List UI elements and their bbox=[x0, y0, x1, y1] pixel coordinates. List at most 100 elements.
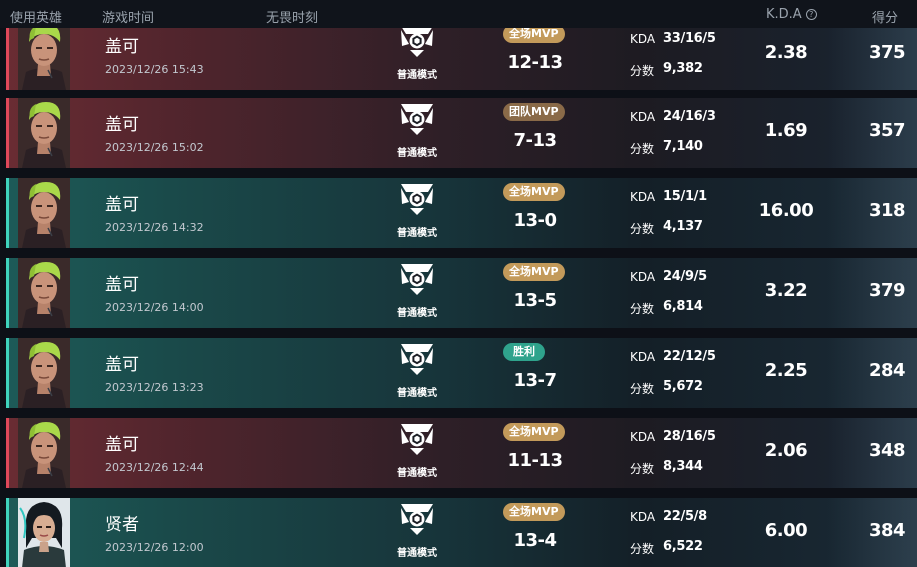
kda-label: KDA bbox=[630, 32, 656, 46]
match-row[interactable]: 贤者 2023/12/26 12:00 普通模式 全场MVP 13-4 KDA … bbox=[6, 498, 917, 567]
match-list: 盖可 2023/12/26 15:43 普通模式 全场MVP 12-13 KDA… bbox=[0, 0, 917, 567]
hero-name: 盖可 bbox=[105, 195, 139, 215]
kda-label: KDA bbox=[630, 190, 656, 204]
header-time: 游戏时间 bbox=[102, 11, 155, 26]
hero-name: 贤者 bbox=[105, 515, 139, 535]
kda-ratio: 3.22 bbox=[764, 280, 808, 301]
round-score: 13-7 bbox=[513, 370, 557, 391]
match-history: 盖可 2023/12/26 15:43 普通模式 全场MVP 12-13 KDA… bbox=[0, 0, 917, 567]
result-badge: 胜利 bbox=[503, 343, 545, 361]
points: 375 bbox=[868, 42, 906, 63]
kda-ratio: 2.06 bbox=[764, 440, 808, 461]
score-label: 分数 bbox=[630, 222, 655, 236]
kda-value: 15/1/1 bbox=[663, 189, 707, 204]
header-kda-label: K.D.A bbox=[766, 7, 802, 22]
game-mode-icon bbox=[399, 422, 435, 456]
match-row[interactable]: 盖可 2023/12/26 14:00 普通模式 全场MVP 13-5 KDA … bbox=[6, 258, 917, 328]
header-score: 得分 bbox=[872, 11, 899, 26]
kda-label: KDA bbox=[630, 270, 656, 284]
combat-score-value: 5,672 bbox=[663, 379, 703, 394]
match-time: 2023/12/26 15:02 bbox=[105, 141, 204, 154]
hero-avatar bbox=[18, 98, 70, 168]
result-badge: 团队MVP bbox=[503, 103, 565, 121]
game-mode-icon bbox=[399, 24, 435, 58]
game-mode-label: 普通模式 bbox=[397, 228, 437, 239]
score-label: 分数 bbox=[630, 142, 655, 156]
hero-name: 盖可 bbox=[105, 435, 139, 455]
match-row[interactable]: 盖可 2023/12/26 13:23 普通模式 胜利 13-7 KDA 22/… bbox=[6, 338, 917, 408]
score-label: 分数 bbox=[630, 462, 655, 476]
kda-value: 24/9/5 bbox=[663, 269, 707, 284]
hero-name: 盖可 bbox=[105, 115, 139, 135]
match-time: 2023/12/26 14:32 bbox=[105, 221, 204, 234]
round-score: 13-5 bbox=[513, 290, 557, 311]
kda-label: KDA bbox=[630, 510, 656, 524]
result-badge: 全场MVP bbox=[503, 423, 565, 441]
kda-value: 28/16/5 bbox=[663, 429, 716, 444]
points: 357 bbox=[868, 120, 906, 141]
score-label: 分数 bbox=[630, 542, 655, 556]
kda-value: 22/5/8 bbox=[663, 509, 707, 524]
round-score: 11-13 bbox=[507, 450, 563, 471]
score-label: 分数 bbox=[630, 382, 655, 396]
round-score: 7-13 bbox=[513, 130, 557, 151]
combat-score-value: 7,140 bbox=[663, 139, 703, 154]
points: 284 bbox=[868, 360, 906, 381]
points: 384 bbox=[868, 520, 906, 541]
game-mode-icon bbox=[399, 262, 435, 296]
header-hero: 使用英雄 bbox=[10, 11, 63, 26]
match-time: 2023/12/26 12:44 bbox=[105, 461, 204, 474]
result-accent bbox=[6, 258, 9, 328]
points: 348 bbox=[868, 440, 906, 461]
points: 318 bbox=[868, 200, 906, 221]
kda-ratio: 16.00 bbox=[758, 200, 814, 221]
result-accent bbox=[6, 498, 9, 567]
result-accent bbox=[6, 178, 9, 248]
match-row[interactable]: 盖可 2023/12/26 14:32 普通模式 全场MVP 13-0 KDA … bbox=[6, 178, 917, 248]
question-circle-icon[interactable]: ? bbox=[805, 9, 817, 20]
kda-ratio: 2.38 bbox=[764, 42, 808, 63]
kda-label: KDA bbox=[630, 350, 656, 364]
game-mode-label: 普通模式 bbox=[397, 468, 437, 479]
game-mode-icon bbox=[399, 182, 435, 216]
header-mode: 无畏时刻 bbox=[266, 11, 319, 26]
kda-ratio: 6.00 bbox=[764, 520, 808, 541]
result-badge: 全场MVP bbox=[503, 183, 565, 201]
match-time: 2023/12/26 12:00 bbox=[105, 541, 204, 554]
points: 379 bbox=[868, 280, 906, 301]
match-row[interactable]: 盖可 2023/12/26 12:44 普通模式 全场MVP 11-13 KDA… bbox=[6, 418, 917, 488]
game-mode-icon bbox=[399, 502, 435, 536]
combat-score-value: 8,344 bbox=[663, 459, 703, 474]
kda-value: 33/16/5 bbox=[663, 31, 716, 46]
result-badge: 全场MVP bbox=[503, 503, 565, 521]
result-accent bbox=[6, 20, 9, 90]
game-mode-icon bbox=[399, 342, 435, 376]
hero-avatar bbox=[18, 498, 70, 567]
game-mode-label: 普通模式 bbox=[397, 70, 437, 81]
table-header: 使用英雄 游戏时间 无畏时刻 K.D.A ? 得分 bbox=[0, 0, 917, 28]
combat-score-value: 9,382 bbox=[663, 61, 703, 76]
round-score: 13-4 bbox=[513, 530, 557, 551]
kda-ratio: 1.69 bbox=[764, 120, 808, 141]
hero-avatar bbox=[18, 418, 70, 488]
hero-avatar bbox=[18, 338, 70, 408]
kda-label: KDA bbox=[630, 430, 656, 444]
kda-value: 22/12/5 bbox=[663, 349, 716, 364]
round-score: 13-0 bbox=[513, 210, 557, 231]
game-mode-label: 普通模式 bbox=[397, 388, 437, 399]
match-row[interactable]: 盖可 2023/12/26 15:43 普通模式 全场MVP 12-13 KDA… bbox=[6, 20, 917, 90]
kda-ratio: 2.25 bbox=[764, 360, 808, 381]
kda-value: 24/16/3 bbox=[663, 109, 716, 124]
kda-label: KDA bbox=[630, 110, 656, 124]
combat-score-value: 4,137 bbox=[663, 219, 703, 234]
header-kda: K.D.A ? bbox=[766, 7, 817, 22]
round-score: 12-13 bbox=[507, 52, 563, 73]
combat-score-value: 6,814 bbox=[663, 299, 703, 314]
hero-name: 盖可 bbox=[105, 37, 139, 57]
hero-avatar bbox=[18, 178, 70, 248]
result-accent bbox=[6, 98, 9, 168]
hero-avatar bbox=[18, 20, 70, 90]
hero-name: 盖可 bbox=[105, 355, 139, 375]
game-mode-label: 普通模式 bbox=[397, 548, 437, 559]
match-row[interactable]: 盖可 2023/12/26 15:02 普通模式 团队MVP 7-13 KDA … bbox=[6, 98, 917, 168]
